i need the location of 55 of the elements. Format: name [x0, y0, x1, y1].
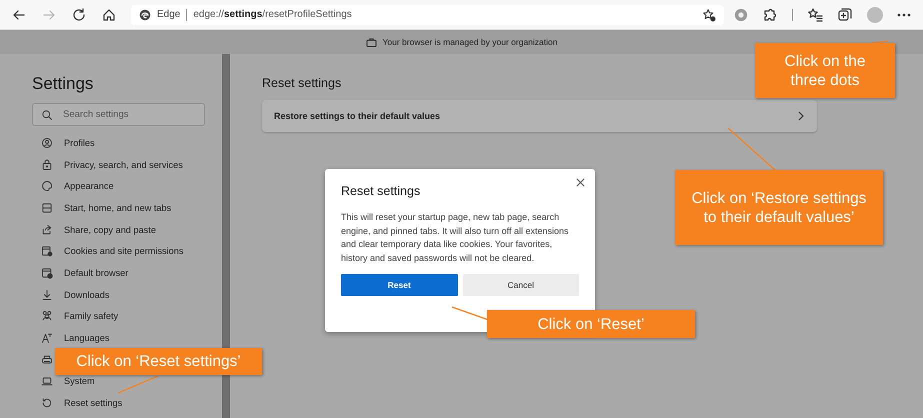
- sidebar-icon: [41, 224, 53, 236]
- dialog-message: This will reset your startup page, new tab page, search engine, and pinned tabs. It will also turn off all extensions and clear temporary data like cookies. Your favorites, history and saved passwords will not be cleared.: [341, 211, 570, 265]
- sidebar-item[interactable]: Start, home, and new tabs: [32, 200, 172, 215]
- favorites-icon[interactable]: [807, 6, 823, 22]
- sidebar-item[interactable]: Share, copy and paste: [32, 222, 156, 237]
- callout-label: Click on ‘Restore settings to their default values’: [675, 170, 883, 245]
- sidebar-item[interactable]: Appearance: [32, 179, 114, 194]
- sidebar-item[interactable]: Default browser: [32, 266, 128, 280]
- favorite-add-icon[interactable]: [702, 8, 716, 22]
- close-icon[interactable]: [576, 178, 585, 187]
- sidebar-item[interactable]: Downloads: [32, 288, 110, 302]
- search-field[interactable]: Search settings: [32, 103, 205, 126]
- chevron-right-icon: [797, 111, 805, 121]
- sidebar-icon: [41, 158, 53, 171]
- sidebar-icon: [41, 180, 53, 192]
- briefcase-icon: [366, 38, 376, 46]
- sidebar-icon: [41, 332, 53, 344]
- leader-line: [118, 375, 158, 394]
- browser-logo-icon: [139, 8, 151, 20]
- sidebar-item[interactable]: Privacy, search, and services: [32, 158, 183, 172]
- page-heading: Reset settings: [262, 76, 342, 90]
- leader-line: [728, 128, 776, 170]
- search-icon: [41, 109, 53, 121]
- sidebar-icon: [41, 266, 53, 279]
- home-icon[interactable]: [101, 6, 117, 22]
- callout-label: Click on the three dots: [755, 43, 895, 98]
- sidebar-icon: [41, 375, 53, 388]
- managed-banner-text: Your browser is managed by your organization: [382, 37, 558, 47]
- sidebar-icon: [41, 137, 53, 149]
- sidebar-icon: [41, 288, 53, 301]
- settings-title: Settings: [32, 74, 94, 94]
- sidebar-icon: [41, 310, 53, 322]
- sidebar-item[interactable]: Languages: [32, 330, 110, 345]
- callout-label: Click on ‘Reset settings’: [55, 348, 262, 375]
- more-menu-icon[interactable]: [897, 12, 911, 16]
- reset-button[interactable]: Reset: [341, 274, 458, 296]
- puzzle-icon[interactable]: [762, 6, 778, 22]
- sidebar-item[interactable]: Cookies and site permissions: [32, 244, 184, 258]
- settings-row[interactable]: Restore settings to their default values: [262, 100, 817, 132]
- sidebar-icon: [41, 245, 53, 258]
- cancel-button[interactable]: Cancel: [462, 274, 579, 296]
- sidebar-item[interactable]: System: [32, 374, 95, 388]
- sidebar-icon: [41, 202, 53, 214]
- url-text: edge://settings/resetProfileSettings: [193, 9, 353, 20]
- sidebar-item[interactable]: Family safety: [32, 309, 118, 324]
- sidebar-item[interactable]: Reset settings: [32, 396, 122, 410]
- sidebar-item[interactable]: Profiles: [32, 136, 95, 150]
- dialog-title: Reset settings: [341, 184, 422, 198]
- collections-icon[interactable]: [837, 6, 853, 22]
- site-label: Edge: [157, 9, 180, 20]
- refresh-icon[interactable]: [71, 6, 87, 22]
- sidebar-icon: [41, 354, 53, 366]
- sidebar-icon: [41, 396, 53, 409]
- address-bar[interactable]: Edge edge://settings/resetProfileSettings: [131, 4, 724, 24]
- callout-label: Click on ‘Reset’: [487, 310, 695, 338]
